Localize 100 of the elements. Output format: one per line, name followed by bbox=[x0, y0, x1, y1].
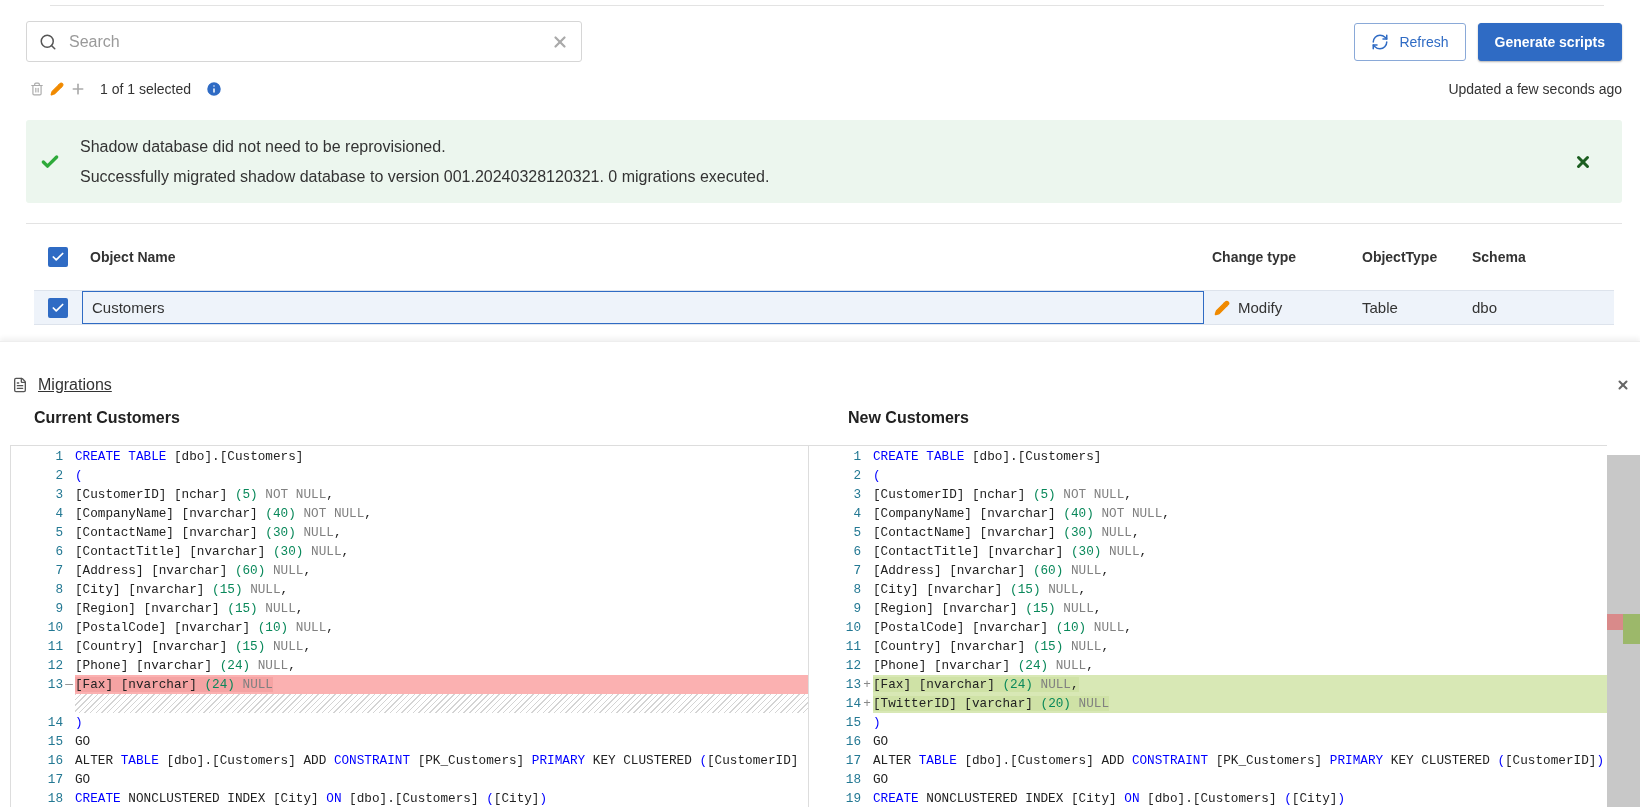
line-number: 2 bbox=[54, 468, 63, 483]
code-line: [Country] [nvarchar] (15) NULL, bbox=[873, 638, 1111, 656]
line-number: 8 bbox=[54, 582, 63, 597]
refresh-button[interactable]: Refresh bbox=[1354, 22, 1466, 61]
selection-count: 1 of 1 selected bbox=[100, 81, 192, 97]
code-line: [Phone] [nvarchar] (24) NULL, bbox=[75, 657, 297, 675]
column-header[interactable]: Object Name bbox=[82, 249, 1204, 265]
line-number: 4 bbox=[852, 506, 861, 521]
code-line: ( bbox=[873, 467, 882, 485]
column-header[interactable]: ObjectType bbox=[1354, 249, 1464, 265]
column-header[interactable]: Schema bbox=[1464, 249, 1614, 265]
line-number: 14 bbox=[844, 696, 861, 711]
code-line: [ContactName] [nvarchar] (30) NULL, bbox=[873, 524, 1141, 542]
line-number: 18 bbox=[46, 791, 63, 806]
code-line: [ContactTitle] [nvarchar] (30) NULL, bbox=[75, 543, 351, 561]
pane-title: Current Customers bbox=[33, 409, 181, 428]
line-number: 5 bbox=[54, 525, 63, 540]
line-number: 8 bbox=[852, 582, 861, 597]
line-number: 12 bbox=[46, 658, 63, 673]
info-icon[interactable] bbox=[205, 80, 224, 98]
code-line: CREATE NONCLUSTERED INDEX [City] ON [dbo].[Customers] ([City]) bbox=[873, 790, 1347, 807]
code-line: [Country] [nvarchar] (15) NULL, bbox=[75, 638, 313, 656]
line-number: 14 bbox=[46, 715, 63, 730]
banner-message: Successfully migrated shadow database to version 001.20240328120321. 0 migrations executed. bbox=[80, 167, 771, 186]
code-line: [ContactName] [nvarchar] (30) NULL, bbox=[75, 524, 343, 542]
line-number: 16 bbox=[46, 753, 63, 768]
diff-marker: + bbox=[862, 677, 872, 692]
checkbox[interactable] bbox=[48, 247, 68, 267]
table-cell-text: dbo bbox=[1471, 299, 1499, 316]
search-field[interactable]: Search bbox=[26, 21, 582, 62]
code-line: ) bbox=[75, 714, 84, 732]
line-number: 6 bbox=[852, 544, 861, 559]
code-line: [CustomerID] [nchar] (5) NOT NULL, bbox=[75, 486, 335, 504]
code-line: CREATE TABLE [dbo].[Customers] bbox=[873, 448, 1103, 466]
line-number: 10 bbox=[46, 620, 63, 635]
banner-message: Shadow database did not need to be reprovisioned. bbox=[80, 137, 447, 156]
pane-title: New Customers bbox=[847, 409, 970, 428]
code-line: CREATE NONCLUSTERED INDEX [City] ON [dbo].[Customers] ([City]) bbox=[75, 790, 549, 807]
line-number: 17 bbox=[46, 772, 63, 787]
table-row[interactable]: Customers Modify Table dbo bbox=[34, 290, 1614, 325]
diff-marker: — bbox=[64, 677, 74, 692]
refresh-icon bbox=[1371, 32, 1390, 51]
line-number: 3 bbox=[852, 487, 861, 502]
line-number: 2 bbox=[852, 468, 861, 483]
line-number: 4 bbox=[54, 506, 63, 521]
code-line: [CompanyName] [nvarchar] (40) NOT NULL, bbox=[873, 505, 1171, 523]
table-cell-text: Table bbox=[1361, 299, 1399, 316]
document-icon bbox=[12, 377, 28, 393]
code-line: ALTER TABLE [dbo].[Customers] ADD CONSTRAINT [PK_Customers] PRIMARY KEY CLUSTERED ([CustomerID]) bbox=[873, 752, 1605, 770]
line-number: 16 bbox=[844, 734, 861, 749]
code-line: [Address] [nvarchar] (60) NULL, bbox=[873, 562, 1111, 580]
code-line: ) bbox=[873, 714, 882, 732]
line-number: 7 bbox=[54, 563, 63, 578]
code-line: ( bbox=[75, 467, 84, 485]
line-number: 1 bbox=[54, 449, 63, 464]
line-number: 19 bbox=[844, 791, 861, 806]
code-line: GO bbox=[873, 733, 890, 751]
line-number: 9 bbox=[852, 601, 861, 616]
pencil-icon[interactable] bbox=[50, 82, 64, 96]
code-line: [Region] [nvarchar] (15) NULL, bbox=[75, 600, 305, 618]
line-number: 11 bbox=[844, 639, 861, 654]
pencil-icon bbox=[1214, 299, 1230, 316]
line-number: 11 bbox=[46, 639, 63, 654]
code-line: [CompanyName] [nvarchar] (40) NOT NULL, bbox=[75, 505, 373, 523]
code-line: GO bbox=[873, 771, 890, 789]
code-line: [Address] [nvarchar] (60) NULL, bbox=[75, 562, 313, 580]
code-line: GO bbox=[75, 771, 92, 789]
table-cell: Customers bbox=[82, 291, 1204, 324]
code-line: [Phone] [nvarchar] (24) NULL, bbox=[873, 657, 1095, 675]
code-line: GO bbox=[75, 733, 92, 751]
code-line: CREATE TABLE [dbo].[Customers] bbox=[75, 448, 305, 466]
checkbox[interactable] bbox=[48, 297, 68, 318]
code-line: [ContactTitle] [nvarchar] (30) NULL, bbox=[873, 543, 1149, 561]
line-number: 17 bbox=[844, 753, 861, 768]
close-icon[interactable] bbox=[1616, 378, 1630, 392]
line-number: 18 bbox=[844, 772, 861, 787]
line-number: 15 bbox=[844, 715, 861, 730]
code-line: [City] [nvarchar] (15) NULL, bbox=[873, 581, 1088, 599]
line-number: 15 bbox=[46, 734, 63, 749]
line-number: 1 bbox=[852, 449, 861, 464]
code-line: [PostalCode] [nvarchar] (10) NULL, bbox=[75, 619, 335, 637]
line-number: 9 bbox=[54, 601, 63, 616]
code-line: [CustomerID] [nchar] (5) NOT NULL, bbox=[873, 486, 1133, 504]
line-number: 12 bbox=[844, 658, 861, 673]
code-line: ALTER TABLE [dbo].[Customers] ADD CONSTRAINT [PK_Customers] PRIMARY KEY CLUSTERED ([CustomerID] bbox=[75, 752, 800, 770]
line-number: 3 bbox=[54, 487, 63, 502]
updated-text: Updated a few seconds ago bbox=[1448, 81, 1622, 97]
column-header[interactable]: Change type bbox=[1204, 249, 1354, 265]
code-line: [Region] [nvarchar] (15) NULL, bbox=[873, 600, 1103, 618]
generate-button[interactable]: Generate scripts bbox=[1477, 22, 1622, 61]
table-cell: Modify bbox=[1238, 299, 1283, 316]
line-number: 5 bbox=[852, 525, 861, 540]
line-number: 13 bbox=[844, 677, 861, 692]
line-number: 6 bbox=[54, 544, 63, 559]
diff-marker: + bbox=[862, 696, 872, 711]
migrations-link[interactable]: Migrations bbox=[38, 376, 1606, 394]
line-number: 13 bbox=[46, 677, 63, 692]
code-line: [City] [nvarchar] (15) NULL, bbox=[75, 581, 290, 599]
line-number: 10 bbox=[844, 620, 861, 635]
line-number: 7 bbox=[852, 563, 861, 578]
